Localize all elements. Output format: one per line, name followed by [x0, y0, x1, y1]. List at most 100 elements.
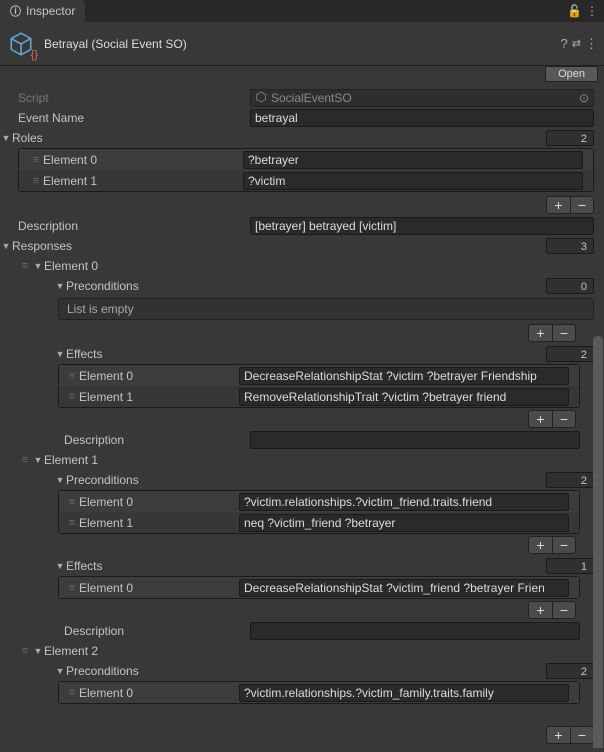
- asset-title: Betrayal (Social Event SO): [44, 37, 553, 51]
- lock-icon[interactable]: 🔓: [567, 4, 582, 18]
- preconditions-count[interactable]: 2: [546, 663, 594, 679]
- header: {} Betrayal (Social Event SO) ? ⇄ ⋮: [0, 22, 604, 66]
- tab-inspector[interactable]: ⓘ Inspector: [0, 0, 85, 22]
- precondition-field[interactable]: [239, 684, 569, 702]
- remove-button[interactable]: −: [552, 536, 576, 554]
- script-icon: [255, 91, 267, 106]
- scroll-thumb[interactable]: [593, 336, 603, 748]
- event-name-label: Event Name: [0, 111, 250, 125]
- empty-list: List is empty: [58, 298, 594, 320]
- precondition-field[interactable]: [239, 493, 569, 511]
- preconditions-label: Preconditions: [66, 473, 546, 487]
- script-label: Script: [0, 91, 250, 105]
- chevron-down-icon: ▼: [54, 349, 66, 359]
- drag-handle-icon[interactable]: ≡: [18, 645, 32, 657]
- tab-bar: ⓘ Inspector 🔓 ⋮: [0, 0, 604, 22]
- add-button[interactable]: +: [528, 410, 552, 428]
- object-picker-icon[interactable]: ⊙: [579, 91, 589, 105]
- add-button[interactable]: +: [528, 324, 552, 342]
- preconditions-foldout[interactable]: ▼ Preconditions 2: [0, 661, 604, 681]
- element-label: Element 0: [43, 153, 243, 167]
- preconditions-foldout[interactable]: ▼ Preconditions 2: [0, 470, 604, 490]
- drag-handle-icon[interactable]: ≡: [65, 496, 79, 508]
- description-label: Description: [0, 624, 250, 638]
- add-button[interactable]: +: [546, 196, 570, 214]
- asset-icon: {}: [6, 29, 36, 59]
- script-value: SocialEventSO: [271, 91, 352, 105]
- preconditions-label: Preconditions: [66, 664, 546, 678]
- chevron-down-icon: ▼: [54, 281, 66, 291]
- drag-handle-icon[interactable]: ≡: [65, 687, 79, 699]
- precondition-field[interactable]: [239, 514, 569, 532]
- chevron-down-icon: ▼: [32, 261, 44, 271]
- drag-handle-icon[interactable]: ≡: [65, 370, 79, 382]
- preset-icon[interactable]: ⇄: [572, 37, 581, 50]
- remove-button[interactable]: −: [552, 601, 576, 619]
- response-description-field[interactable]: [250, 431, 580, 449]
- remove-button[interactable]: −: [570, 726, 594, 744]
- element-label: Element 0: [79, 686, 239, 700]
- tab-label: Inspector: [26, 4, 75, 18]
- inspector-body: Script SocialEventSO ⊙ Event Name ▼ Role…: [0, 86, 604, 748]
- role-field[interactable]: [243, 172, 583, 190]
- element-label: Element 0: [79, 369, 239, 383]
- element-label: Element 1: [44, 453, 98, 467]
- effect-field[interactable]: [239, 579, 569, 597]
- preconditions-count[interactable]: 2: [546, 472, 594, 488]
- add-button[interactable]: +: [546, 726, 570, 744]
- role-field[interactable]: [243, 151, 583, 169]
- effect-field[interactable]: [239, 388, 569, 406]
- response-foldout[interactable]: ≡ ▼ Element 1: [0, 450, 604, 470]
- help-icon[interactable]: ?: [561, 36, 568, 51]
- element-label: Element 0: [79, 581, 239, 595]
- effects-label: Effects: [66, 559, 546, 573]
- preconditions-foldout[interactable]: ▼ Preconditions 0: [0, 276, 604, 296]
- remove-button[interactable]: −: [552, 410, 576, 428]
- menu-icon[interactable]: ⋮: [586, 4, 598, 18]
- drag-handle-icon[interactable]: ≡: [29, 175, 43, 187]
- remove-button[interactable]: −: [552, 324, 576, 342]
- element-label: Element 2: [44, 644, 98, 658]
- response-foldout[interactable]: ≡ ▼ Element 0: [0, 256, 604, 276]
- responses-label: Responses: [12, 239, 546, 253]
- effects-count[interactable]: 1: [546, 558, 594, 574]
- responses-count[interactable]: 3: [546, 238, 594, 254]
- script-field: SocialEventSO ⊙: [250, 89, 594, 107]
- element-label: Element 1: [79, 516, 239, 530]
- add-button[interactable]: +: [528, 601, 552, 619]
- drag-handle-icon[interactable]: ≡: [18, 454, 32, 466]
- preconditions-count[interactable]: 0: [546, 278, 594, 294]
- effects-foldout[interactable]: ▼ Effects 2: [0, 344, 604, 364]
- chevron-down-icon: ▼: [0, 133, 12, 143]
- response-foldout[interactable]: ≡ ▼ Element 2: [0, 641, 604, 661]
- header-menu-icon[interactable]: ⋮: [585, 36, 598, 52]
- roles-label: Roles: [12, 131, 546, 145]
- drag-handle-icon[interactable]: ≡: [65, 582, 79, 594]
- open-button[interactable]: Open: [545, 66, 598, 82]
- roles-foldout[interactable]: ▼ Roles 2: [0, 128, 604, 148]
- effect-field[interactable]: [239, 367, 569, 385]
- drag-handle-icon[interactable]: ≡: [18, 260, 32, 272]
- effects-foldout[interactable]: ▼ Effects 1: [0, 556, 604, 576]
- scrollbar[interactable]: [592, 336, 604, 748]
- element-label: Element 1: [43, 174, 243, 188]
- response-description-field[interactable]: [250, 622, 580, 640]
- chevron-down-icon: ▼: [0, 241, 12, 251]
- drag-handle-icon[interactable]: ≡: [29, 154, 43, 166]
- effects-count[interactable]: 2: [546, 346, 594, 362]
- responses-foldout[interactable]: ▼ Responses 3: [0, 236, 604, 256]
- roles-count[interactable]: 2: [546, 130, 594, 146]
- event-name-field[interactable]: [250, 109, 594, 127]
- preconditions-label: Preconditions: [66, 279, 546, 293]
- add-button[interactable]: +: [528, 536, 552, 554]
- effects-label: Effects: [66, 347, 546, 361]
- drag-handle-icon[interactable]: ≡: [65, 517, 79, 529]
- chevron-down-icon: ▼: [54, 475, 66, 485]
- info-icon: ⓘ: [10, 3, 21, 19]
- drag-handle-icon[interactable]: ≡: [65, 391, 79, 403]
- remove-button[interactable]: −: [570, 196, 594, 214]
- description-field[interactable]: [250, 217, 594, 235]
- element-label: Element 1: [79, 390, 239, 404]
- chevron-down-icon: ▼: [32, 455, 44, 465]
- element-label: Element 0: [79, 495, 239, 509]
